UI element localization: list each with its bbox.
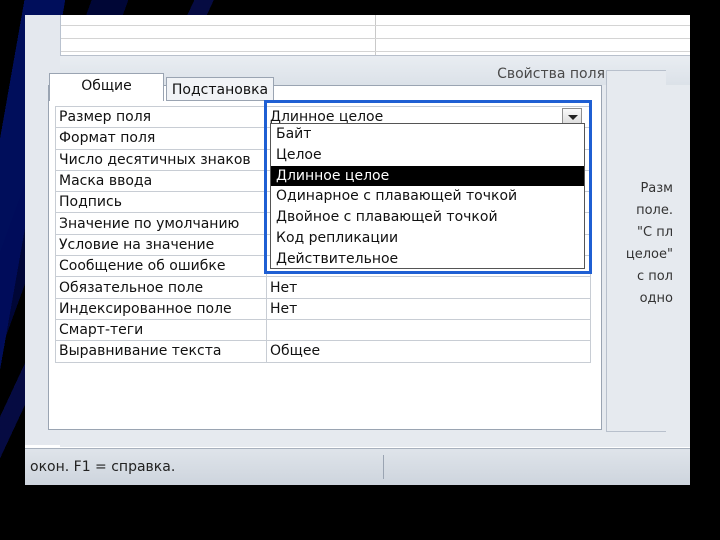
dropdown-option[interactable]: Действительное bbox=[271, 249, 584, 270]
tab-general[interactable]: Общие bbox=[49, 73, 164, 101]
status-bar: окон. F1 = справка. bbox=[25, 448, 690, 485]
property-row[interactable]: Индексированное поле Нет bbox=[55, 297, 591, 320]
property-value[interactable] bbox=[266, 318, 591, 342]
property-label: Размер поля bbox=[55, 105, 267, 129]
help-text-line: поле. bbox=[636, 203, 673, 218]
property-label: Маска ввода bbox=[55, 169, 267, 193]
dropdown-option[interactable]: Длинное целое bbox=[271, 165, 584, 187]
dropdown-option[interactable]: Код репликации bbox=[271, 228, 584, 249]
dropdown-option[interactable]: Одинарное с плавающей точкой bbox=[271, 186, 584, 207]
property-label: Выравнивание текста bbox=[55, 340, 267, 363]
property-value[interactable]: Нет bbox=[266, 297, 591, 320]
property-label: Подпись bbox=[55, 191, 267, 214]
status-separator bbox=[383, 455, 384, 479]
property-label: Индексированное поле bbox=[55, 297, 267, 320]
help-text-line: Разм bbox=[640, 181, 673, 196]
help-text-line: "С пл bbox=[637, 225, 673, 240]
property-label: Формат поля bbox=[55, 127, 267, 150]
property-row[interactable]: Смарт-теги bbox=[55, 318, 591, 342]
property-value[interactable]: Общее bbox=[266, 340, 591, 363]
help-text-line: целое" bbox=[625, 247, 673, 262]
property-label: Обязательное поле bbox=[55, 276, 267, 299]
field-size-dropdown-list[interactable]: Байт Целое Длинное целое Одинарное с плаваю… bbox=[270, 123, 585, 269]
field-properties-title: Свойства поля bbox=[497, 66, 605, 82]
help-text-line: одно bbox=[639, 291, 673, 306]
property-row[interactable]: Обязательное поле Нет bbox=[55, 276, 591, 299]
property-label: Смарт-теги bbox=[55, 318, 267, 342]
dropdown-option[interactable]: Байт bbox=[271, 124, 584, 145]
property-label: Сообщение об ошибке bbox=[55, 255, 267, 278]
tab-lookup[interactable]: Подстановка bbox=[166, 77, 274, 101]
property-label: Значение по умолчанию bbox=[55, 212, 267, 235]
help-text: Разм поле. "С пл целое" с пол одно bbox=[613, 178, 673, 310]
dropdown-option[interactable]: Целое bbox=[271, 145, 584, 166]
dropdown-option[interactable]: Двойное с плавающей точкой bbox=[271, 207, 584, 228]
status-text: окон. F1 = справка. bbox=[30, 459, 176, 475]
help-text-line: с пол bbox=[636, 269, 673, 284]
property-value[interactable]: Нет bbox=[266, 276, 591, 299]
property-row[interactable]: Выравнивание текста Общее bbox=[55, 340, 591, 363]
property-label: Число десятичных знаков bbox=[55, 148, 267, 171]
property-label: Условие на значение bbox=[55, 233, 267, 257]
